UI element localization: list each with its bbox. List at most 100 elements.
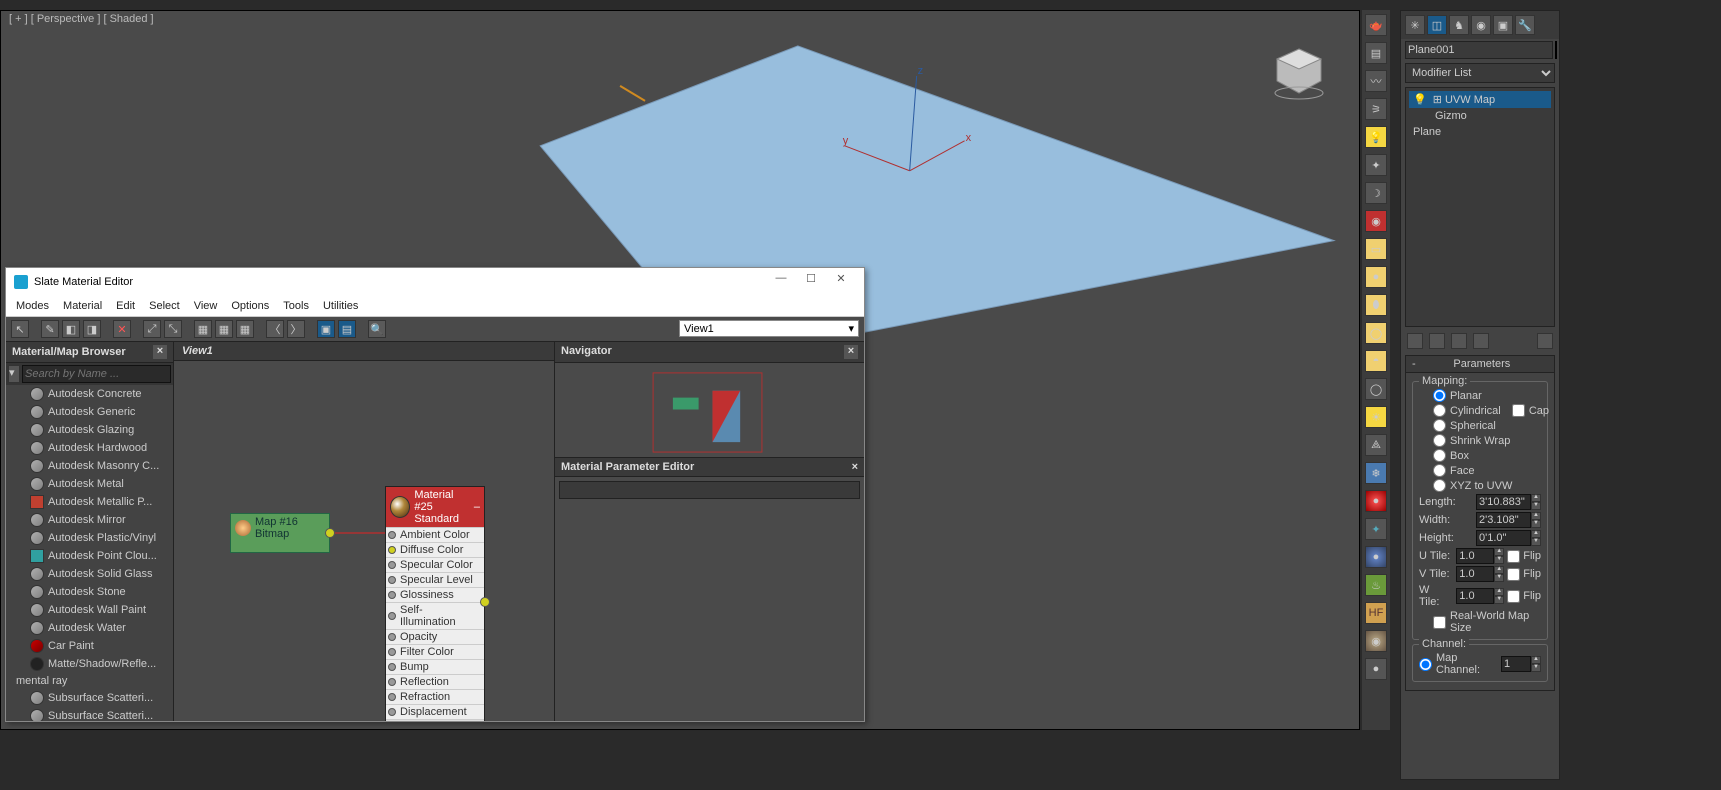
- slot-filter[interactable]: Filter Color: [386, 644, 484, 659]
- strip-light-icon[interactable]: 💡: [1365, 126, 1387, 148]
- slot-glossiness[interactable]: Glossiness: [386, 587, 484, 602]
- navigator-close-icon[interactable]: ×: [844, 345, 858, 359]
- width-up-icon[interactable]: ▲: [1531, 512, 1541, 520]
- strip-torus-icon[interactable]: ◯: [1365, 322, 1387, 344]
- mmb-item[interactable]: Autodesk Water: [6, 619, 173, 637]
- tb-bracket1-icon[interactable]: 〈: [266, 320, 284, 338]
- utile-spinner[interactable]: [1456, 548, 1494, 564]
- tb-bracket2-icon[interactable]: 〉: [287, 320, 305, 338]
- mmb-item[interactable]: Autodesk Metal: [6, 475, 173, 493]
- tb-delete-icon[interactable]: ✕: [113, 320, 131, 338]
- mmb-item[interactable]: Autodesk Glazing: [6, 421, 173, 439]
- mapch-down-icon[interactable]: ▼: [1531, 664, 1541, 672]
- radio-shrinkwrap[interactable]: [1433, 434, 1446, 447]
- length-up-icon[interactable]: ▲: [1531, 494, 1541, 502]
- mmb-item[interactable]: Subsurface Scatteri...: [6, 689, 173, 707]
- radio-spherical[interactable]: [1433, 419, 1446, 432]
- tb-grid3-icon[interactable]: ▦: [236, 320, 254, 338]
- strip-schematic-icon[interactable]: ⚞: [1365, 98, 1387, 120]
- radio-xyz[interactable]: [1433, 479, 1446, 492]
- slate-material-editor-window[interactable]: Slate Material Editor — ☐ ✕ Modes Materi…: [5, 267, 865, 722]
- tb-layout-icon[interactable]: ⤡: [164, 320, 182, 338]
- height-down-icon[interactable]: ▼: [1531, 538, 1541, 546]
- slate-titlebar[interactable]: Slate Material Editor — ☐ ✕: [6, 268, 864, 296]
- tab-motion-icon[interactable]: ◉: [1471, 15, 1491, 35]
- mpe-close-icon[interactable]: ×: [852, 461, 858, 473]
- tb-pick-icon[interactable]: ✎: [41, 320, 59, 338]
- mmb-search-dd-icon[interactable]: ▾: [8, 365, 20, 383]
- menu-options[interactable]: Options: [231, 300, 269, 312]
- close-button[interactable]: ✕: [826, 272, 856, 292]
- slot-bump[interactable]: Bump: [386, 659, 484, 674]
- show-result-icon[interactable]: [1429, 333, 1445, 349]
- wtile-spinner[interactable]: [1456, 588, 1494, 604]
- vtile-spinner[interactable]: [1456, 566, 1494, 582]
- radio-map-channel[interactable]: [1419, 658, 1432, 671]
- menu-modes[interactable]: Modes: [16, 300, 49, 312]
- modifier-list-dropdown[interactable]: Modifier List: [1405, 63, 1555, 83]
- mmb-item[interactable]: Matte/Shadow/Refle...: [6, 655, 173, 673]
- stack-item-plane[interactable]: Plane: [1409, 124, 1551, 140]
- strip-sun-icon[interactable]: ☀: [1365, 406, 1387, 428]
- mmb-item[interactable]: Autodesk Wall Paint: [6, 601, 173, 619]
- tb-pointer-icon[interactable]: ↖: [11, 320, 29, 338]
- object-name-field[interactable]: [1405, 41, 1553, 59]
- maximize-button[interactable]: ☐: [796, 272, 826, 292]
- mmb-item[interactable]: Autodesk Concrete: [6, 385, 173, 403]
- tab-hierarchy-icon[interactable]: ♞: [1449, 15, 1469, 35]
- menu-utilities[interactable]: Utilities: [323, 300, 358, 312]
- pin-stack-icon[interactable]: [1407, 333, 1423, 349]
- remove-mod-icon[interactable]: [1473, 333, 1489, 349]
- menu-edit[interactable]: Edit: [116, 300, 135, 312]
- mmb-item[interactable]: Car Paint: [6, 637, 173, 655]
- mmb-item[interactable]: Autodesk Metallic P...: [6, 493, 173, 511]
- tab-display-icon[interactable]: ▣: [1493, 15, 1513, 35]
- viewcube[interactable]: [1269, 41, 1329, 101]
- strip-teapot-icon[interactable]: 🫖: [1365, 14, 1387, 36]
- navigator[interactable]: [555, 363, 864, 458]
- strip-measure-icon[interactable]: ⟁: [1365, 434, 1387, 456]
- rollout-parameters-header[interactable]: -Parameters: [1405, 355, 1555, 373]
- mmb-item[interactable]: Autodesk Point Clou...: [6, 547, 173, 565]
- strip-curve-icon[interactable]: 〰: [1365, 70, 1387, 92]
- tab-modify-icon[interactable]: ◫: [1427, 15, 1447, 35]
- slot-mr-connection[interactable]: mr Connection: [386, 719, 484, 721]
- vtile-down-icon[interactable]: ▼: [1494, 574, 1504, 582]
- strip-cylinder-icon[interactable]: ⬮: [1365, 294, 1387, 316]
- menu-select[interactable]: Select: [149, 300, 180, 312]
- radio-face[interactable]: [1433, 464, 1446, 477]
- slot-ambient[interactable]: Ambient Color: [386, 527, 484, 542]
- height-up-icon[interactable]: ▲: [1531, 530, 1541, 538]
- realworld-check[interactable]: [1433, 616, 1446, 629]
- menu-tools[interactable]: Tools: [283, 300, 309, 312]
- tab-create-icon[interactable]: ✳: [1405, 15, 1425, 35]
- minimize-button[interactable]: —: [766, 272, 796, 292]
- menu-material[interactable]: Material: [63, 300, 102, 312]
- mpe-name-field[interactable]: [559, 481, 860, 499]
- tb-grid1-icon[interactable]: ▦: [194, 320, 212, 338]
- mmb-close-icon[interactable]: ×: [153, 345, 167, 359]
- stack-sub-gizmo[interactable]: Gizmo: [1409, 108, 1551, 124]
- tab-utilities-icon[interactable]: 🔧: [1515, 15, 1535, 35]
- strip-particle-icon[interactable]: ❄: [1365, 462, 1387, 484]
- tb-show-map-icon[interactable]: ▣: [317, 320, 335, 338]
- slot-diffuse[interactable]: Diffuse Color: [386, 542, 484, 557]
- wtile-down-icon[interactable]: ▼: [1494, 596, 1504, 604]
- strip-grass-icon[interactable]: ♨: [1365, 574, 1387, 596]
- width-spinner[interactable]: [1476, 512, 1531, 528]
- mmb-item[interactable]: Autodesk Plastic/Vinyl: [6, 529, 173, 547]
- mmb-item[interactable]: Autodesk Hardwood: [6, 439, 173, 457]
- strip-hf-icon[interactable]: HF: [1365, 602, 1387, 624]
- uflip-check[interactable]: [1507, 550, 1520, 563]
- slot-refraction[interactable]: Refraction: [386, 689, 484, 704]
- strip-red-ball-icon[interactable]: ●: [1365, 490, 1387, 512]
- node-canvas[interactable]: Map #16Bitmap Material #25Standard– Ambi…: [174, 361, 554, 721]
- mapch-up-icon[interactable]: ▲: [1531, 656, 1541, 664]
- node-material25[interactable]: Material #25Standard– Ambient Color Diff…: [385, 486, 485, 721]
- radio-cylindrical[interactable]: [1433, 404, 1446, 417]
- strip-blue-ball-icon[interactable]: ●: [1365, 546, 1387, 568]
- strip-layers-icon[interactable]: ▤: [1365, 42, 1387, 64]
- strip-compass-icon[interactable]: ✦: [1365, 518, 1387, 540]
- slot-displacement[interactable]: Displacement: [386, 704, 484, 719]
- mmb-list[interactable]: Autodesk Concrete Autodesk Generic Autod…: [6, 385, 173, 721]
